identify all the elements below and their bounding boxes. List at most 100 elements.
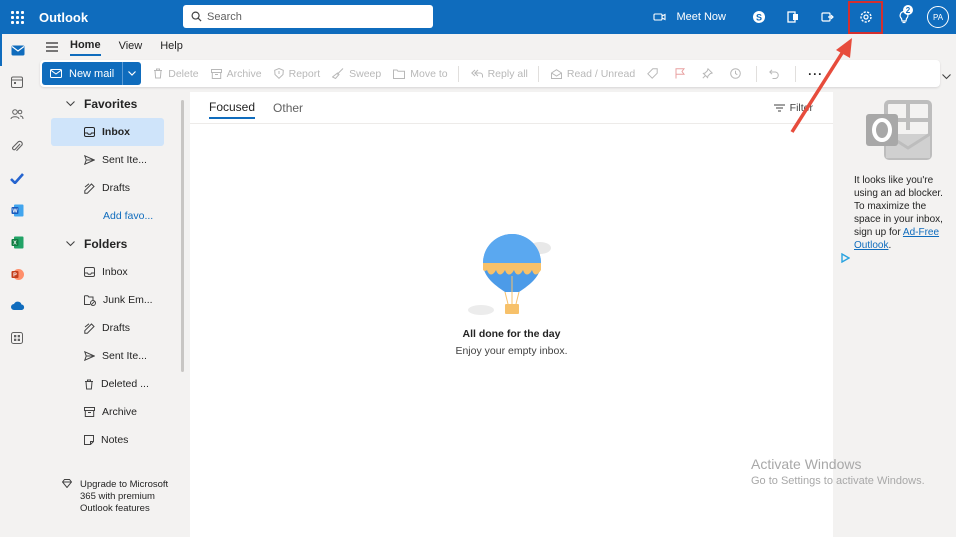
folder-item-sent[interactable]: Sent Ite... bbox=[34, 342, 188, 370]
junk-icon bbox=[84, 294, 96, 306]
upgrade-promo[interactable]: Upgrade to Microsoft 365 with premium Ou… bbox=[34, 472, 184, 515]
skype-icon: S bbox=[753, 11, 765, 23]
new-mail-split-button: New mail bbox=[42, 62, 142, 85]
folder-item-notes[interactable]: Notes bbox=[34, 426, 188, 454]
send-icon bbox=[84, 155, 95, 165]
app-title[interactable]: Outlook bbox=[39, 10, 183, 25]
svg-text:S: S bbox=[756, 13, 762, 23]
empty-state: All done for the day Enjoy your empty in… bbox=[190, 232, 833, 357]
folder-item-drafts[interactable]: Drafts bbox=[34, 314, 188, 342]
account-avatar[interactable]: PA bbox=[927, 6, 949, 28]
watermark-title: Activate Windows bbox=[751, 456, 862, 472]
watermark-subtitle: Go to Settings to activate Windows. bbox=[751, 475, 925, 487]
flag-button[interactable] bbox=[675, 68, 690, 79]
folder-item-junk[interactable]: Junk Em... bbox=[34, 286, 188, 314]
rail-item-todo[interactable] bbox=[0, 162, 34, 194]
sweep-button[interactable]: Sweep bbox=[332, 68, 381, 80]
reply-all-label: Reply all bbox=[487, 67, 528, 80]
broom-icon bbox=[332, 68, 344, 79]
delete-button[interactable]: Delete bbox=[153, 68, 199, 80]
sweep-label: Sweep bbox=[349, 67, 382, 80]
reply-all-button[interactable]: Reply all bbox=[470, 67, 528, 80]
chevron-down-icon bbox=[66, 241, 75, 247]
tab-focused[interactable]: Focused bbox=[209, 97, 256, 119]
clock-icon bbox=[730, 68, 741, 79]
pin-icon bbox=[702, 68, 714, 79]
empty-state-subtitle: Enjoy your empty inbox. bbox=[455, 345, 568, 357]
folder-item-label: Notes bbox=[101, 434, 129, 446]
folder-item-label: Deleted ... bbox=[101, 378, 149, 390]
rail-item-mail[interactable] bbox=[0, 34, 34, 66]
meet-now-label: Meet Now bbox=[676, 11, 726, 23]
rail-item-files[interactable] bbox=[0, 130, 34, 162]
trash-icon bbox=[85, 379, 93, 389]
favorite-item-inbox[interactable]: Inbox bbox=[51, 118, 164, 146]
megaphone-icon bbox=[821, 12, 834, 22]
report-label: Report bbox=[288, 67, 321, 80]
skype-button[interactable]: S bbox=[742, 0, 776, 34]
ad-choices-icon[interactable] bbox=[841, 253, 850, 263]
settings-button[interactable] bbox=[848, 0, 883, 34]
rail-item-word[interactable]: W bbox=[0, 194, 34, 226]
favorite-item-sent[interactable]: Sent Ite... bbox=[34, 146, 188, 174]
folder-item-label: Drafts bbox=[102, 322, 131, 334]
navigation-toggle-button[interactable] bbox=[34, 42, 70, 52]
shield-alert-icon bbox=[273, 68, 284, 79]
report-button[interactable]: Report bbox=[273, 67, 321, 80]
whats-new-button[interactable] bbox=[810, 0, 844, 34]
mail-icon bbox=[11, 45, 25, 55]
app-launcher-button[interactable] bbox=[0, 0, 34, 34]
filter-icon bbox=[773, 104, 785, 112]
ribbon-expand-chevron-icon[interactable] bbox=[942, 74, 951, 80]
meet-now-button[interactable]: Meet Now bbox=[653, 11, 726, 23]
move-to-button[interactable]: Move to bbox=[393, 67, 448, 80]
folder-item-label: Inbox bbox=[102, 266, 128, 278]
send-icon bbox=[84, 351, 95, 361]
read-unread-button[interactable]: Read / Unread bbox=[550, 68, 635, 80]
office-button[interactable] bbox=[776, 0, 810, 34]
inbox-icon bbox=[84, 267, 95, 277]
tab-other[interactable]: Other bbox=[273, 98, 303, 118]
archive-icon bbox=[210, 68, 222, 79]
rail-item-calendar[interactable] bbox=[0, 66, 34, 98]
new-mail-button[interactable]: New mail bbox=[42, 62, 124, 85]
rail-item-more-apps[interactable] bbox=[0, 322, 34, 354]
rail-item-people[interactable] bbox=[0, 98, 34, 130]
folder-item-archive[interactable]: Archive bbox=[34, 398, 188, 426]
flag-icon bbox=[675, 68, 686, 79]
gear-icon bbox=[859, 11, 872, 23]
folder-item-inbox[interactable]: Inbox bbox=[34, 258, 188, 286]
word-icon: W bbox=[11, 204, 23, 216]
search-placeholder: Search bbox=[207, 10, 242, 23]
tips-button[interactable]: 2 bbox=[887, 0, 921, 34]
scrollbar-thumb[interactable] bbox=[181, 100, 184, 372]
tab-view[interactable]: View bbox=[119, 40, 143, 55]
folder-pane-scrollbar[interactable] bbox=[180, 92, 185, 472]
move-to-label: Move to bbox=[410, 67, 448, 80]
rail-item-powerpoint[interactable]: P bbox=[0, 258, 34, 290]
pencil-icon bbox=[84, 182, 95, 194]
outlook-logo-icon bbox=[866, 100, 932, 160]
rail-item-onedrive[interactable] bbox=[0, 290, 34, 322]
tab-help[interactable]: Help bbox=[160, 40, 183, 55]
upgrade-text: Upgrade to Microsoft 365 with premium Ou… bbox=[80, 479, 169, 514]
favorites-header[interactable]: Favorites bbox=[34, 90, 188, 118]
archive-button[interactable]: Archive bbox=[210, 68, 262, 80]
pin-button[interactable] bbox=[702, 68, 718, 79]
tips-badge: 2 bbox=[903, 5, 913, 15]
svg-text:W: W bbox=[12, 208, 18, 214]
categorize-button[interactable] bbox=[647, 68, 663, 79]
favorite-item-drafts[interactable]: Drafts bbox=[34, 174, 188, 202]
rail-item-excel[interactable]: X bbox=[0, 226, 34, 258]
folders-header[interactable]: Folders bbox=[34, 230, 188, 258]
search-input[interactable]: Search bbox=[183, 5, 433, 28]
toolbar-divider bbox=[537, 65, 539, 82]
add-favorite-link[interactable]: Add favo... bbox=[34, 202, 188, 230]
undo-button[interactable] bbox=[769, 68, 785, 79]
snooze-button[interactable] bbox=[730, 68, 746, 79]
apps-grid-icon bbox=[11, 332, 23, 344]
new-mail-dropdown-button[interactable] bbox=[123, 62, 141, 85]
folder-item-deleted[interactable]: Deleted ... bbox=[34, 370, 188, 398]
ad-blocker-message: It looks like you're using an ad blocker… bbox=[854, 174, 952, 252]
tab-home[interactable]: Home bbox=[70, 39, 101, 56]
